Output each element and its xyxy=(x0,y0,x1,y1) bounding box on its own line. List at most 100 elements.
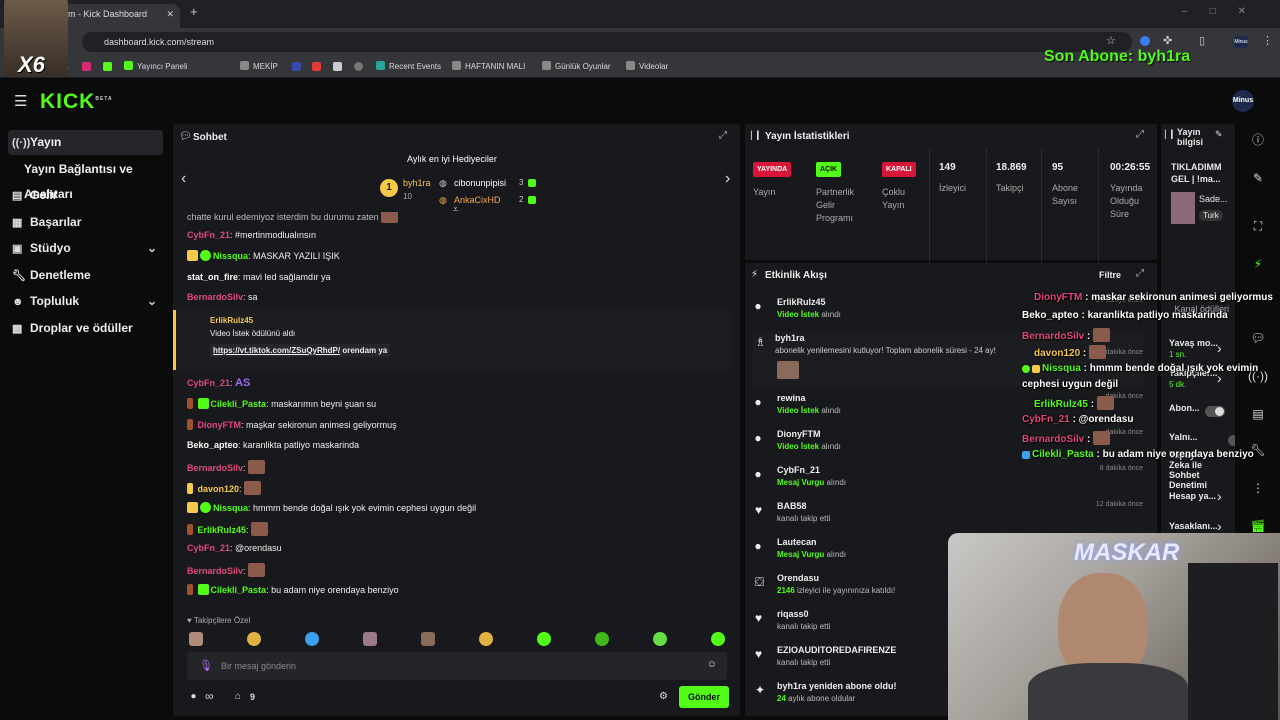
chat-input[interactable]: 🎙︎ Bir mesaj gönderin ☺ xyxy=(187,652,727,680)
emote-button[interactable] xyxy=(421,632,435,646)
chat-icon: 💬︎ xyxy=(179,131,192,142)
emote-button[interactable] xyxy=(711,632,725,646)
emoji-icon[interactable]: ☺ xyxy=(707,659,717,670)
sidebar-item-yayin[interactable]: ((·))Yayın xyxy=(8,130,163,155)
instagram-bookmark-icon[interactable] xyxy=(82,62,91,71)
popout-icon[interactable]: ⤢ xyxy=(1136,268,1144,279)
activity-highlight: Mesaj Vurgu xyxy=(777,550,825,559)
redeem-icon: ⦁ xyxy=(755,299,762,313)
more-icon[interactable]: ⋮ xyxy=(1240,470,1276,506)
new-tab-icon[interactable]: + xyxy=(190,4,198,19)
kick-logo[interactable]: KICKBETA xyxy=(40,90,113,114)
browser-tab[interactable]: m - Kick Dashboard ✕ xyxy=(62,4,180,28)
chat-username[interactable]: Cilekli_Pasta xyxy=(211,585,267,595)
bookmark-5[interactable]: Videolar xyxy=(626,61,668,71)
chat-username[interactable]: CybFn_21 xyxy=(187,230,230,240)
sidebar-item-topluluk[interactable]: ☻ Topluluk ⌄ xyxy=(8,289,163,314)
sidebar-item-basarilar[interactable]: ▦ Başarılar xyxy=(8,210,163,235)
sidebar-item-droplar[interactable]: ▩ Droplar ve ödüller xyxy=(8,316,163,341)
emote-button[interactable] xyxy=(363,632,377,646)
sidebar-item-studyo[interactable]: ▣ Stüdyo ⌄ xyxy=(8,236,163,261)
close-tab-icon[interactable]: ✕ xyxy=(166,4,174,24)
prev-arrow-icon[interactable]: ‹ xyxy=(181,170,186,188)
redeem-link[interactable]: https://vt.tiktok.com/ZSuQyRhdP/ xyxy=(213,346,340,355)
chevron-right-icon[interactable]: › xyxy=(1217,488,1222,504)
chevron-right-icon[interactable]: › xyxy=(1217,518,1222,534)
emote-button[interactable] xyxy=(305,632,319,646)
bookmark-1[interactable]: MEKİP xyxy=(240,61,278,71)
globe-bookmark-icon[interactable] xyxy=(354,62,363,71)
chat-username[interactable]: stat_on_fire xyxy=(187,272,238,282)
chat-input-placeholder: Bir mesaj gönderin xyxy=(221,661,297,671)
extension-icon[interactable] xyxy=(1140,36,1150,46)
emote xyxy=(1096,396,1114,410)
bookmark-3[interactable]: HAFTANIN MALI xyxy=(452,61,525,71)
settings-row-label[interactable]: Hesap ya... xyxy=(1169,491,1216,501)
activity-item[interactable]: ♥ BAB58 kanalı takip etti 12 dakika önce xyxy=(753,499,1143,535)
chat-username[interactable]: CybFn_21 xyxy=(187,543,230,553)
popout-icon[interactable]: ⤢ xyxy=(719,130,727,141)
bookmark-icon[interactable] xyxy=(292,62,301,71)
chat-messages: chatte kurul edemiyoz isterdim bu durumu… xyxy=(173,212,733,612)
edit-icon[interactable]: ✎ xyxy=(1240,160,1276,196)
mic-icon[interactable]: 🎙︎ xyxy=(199,659,213,672)
image-bookmark-icon[interactable] xyxy=(333,62,342,71)
chat-username[interactable]: ErlikRulz45 xyxy=(210,316,253,325)
sidebar-item-denetleme[interactable]: 🔧︎ Denetleme xyxy=(8,263,163,288)
emote-button[interactable] xyxy=(479,632,493,646)
gifters-title: Aylık en iyi Hediyeciler xyxy=(407,154,497,164)
emote-button[interactable] xyxy=(595,632,609,646)
menu-icon[interactable]: ☰ xyxy=(14,92,27,110)
sidebar-item-stream-key[interactable]: Yayın Bağlantısı ve Anahtarı xyxy=(20,157,170,201)
kick-bookmark-icon[interactable] xyxy=(103,62,112,71)
browser-menu-icon[interactable]: ⋮ xyxy=(1262,34,1273,47)
chat-username[interactable]: BernardoSilv xyxy=(187,463,243,473)
community-icon: ☻ xyxy=(12,296,24,308)
filter-button[interactable]: Filtre xyxy=(1099,270,1121,280)
next-arrow-icon[interactable]: › xyxy=(725,170,730,188)
activity-item[interactable]: ⦁ CybFn_21 Mesaj Vurgu alındı 8 dakika önce xyxy=(753,463,1143,499)
settings-gear-icon[interactable]: ⚙ xyxy=(659,691,668,702)
avatar[interactable]: Minus xyxy=(1232,90,1254,112)
youtube-bookmark-icon[interactable] xyxy=(312,62,321,71)
redeem-link-box[interactable]: https://vt.tiktok.com/ZSuQyRhdP/ orendam… xyxy=(210,344,391,357)
bookmark-2[interactable]: Recent Events xyxy=(376,61,441,71)
gifter-name: AnkaCixHD xyxy=(454,195,501,205)
popout-icon[interactable]: ⤢ xyxy=(1136,129,1144,140)
overlay-chat-line: BernardoSilv : xyxy=(1022,431,1111,445)
sidebar-item-gelir[interactable]: ▤ Gelir xyxy=(8,183,163,208)
chat-username[interactable]: Beko_apteo xyxy=(187,440,238,450)
emote-button[interactable] xyxy=(247,632,261,646)
side-panel-icon[interactable]: ▯ xyxy=(1199,34,1205,47)
edit-icon[interactable]: ✎ xyxy=(1215,129,1223,140)
lightning-icon[interactable]: ⚡︎ xyxy=(1240,246,1276,282)
message-text: : hmmm bende doğal ışık yok evimin cephe… xyxy=(248,503,477,513)
chat-username[interactable]: CybFn_21 xyxy=(187,378,230,388)
chat-username[interactable]: ErlikRulz45 xyxy=(198,525,247,535)
extensions-puzzle-icon[interactable]: ✜ xyxy=(1163,34,1172,47)
info-icon[interactable]: ⓘ xyxy=(1240,122,1276,158)
emote-button[interactable] xyxy=(189,632,203,646)
emote-button[interactable] xyxy=(653,632,667,646)
chat-username[interactable]: DionyFTM xyxy=(198,420,242,430)
fullscreen-icon[interactable]: ⛶ xyxy=(1240,208,1276,244)
chair xyxy=(1188,563,1278,720)
bookmark-0[interactable]: Yayıncı Paneli xyxy=(124,61,188,71)
window-controls[interactable]: –□✕ xyxy=(1182,6,1268,17)
chat-username[interactable]: Cilekli_Pasta xyxy=(211,399,267,409)
send-button[interactable]: Gönder xyxy=(679,686,729,708)
chat-username[interactable]: davon120 xyxy=(198,484,240,494)
chat-username[interactable]: BernardoSilv xyxy=(187,292,243,302)
chat-username[interactable]: Nissqua xyxy=(213,251,248,261)
chat-username[interactable]: Nissqua xyxy=(213,503,248,513)
emote-button[interactable] xyxy=(537,632,551,646)
top-gifters: ‹ › Aylık en iyi Hediyeciler 1 byh1ra 10… xyxy=(173,148,740,214)
points-icon: ⦁ xyxy=(191,691,196,702)
profile-badge[interactable]: Minus xyxy=(1234,36,1248,48)
settings-row-label[interactable]: Yasaklanı... xyxy=(1169,521,1218,531)
chat-username[interactable]: BernardoSilv xyxy=(187,566,243,576)
bookmark-star-icon[interactable]: ☆ xyxy=(1106,34,1116,47)
bookmark-4[interactable]: Günlük Oyunlar xyxy=(542,61,611,71)
url-field[interactable]: dashboard.kick.com/stream xyxy=(82,32,1132,52)
activity-title: Etkinlik Akışı xyxy=(765,270,827,281)
